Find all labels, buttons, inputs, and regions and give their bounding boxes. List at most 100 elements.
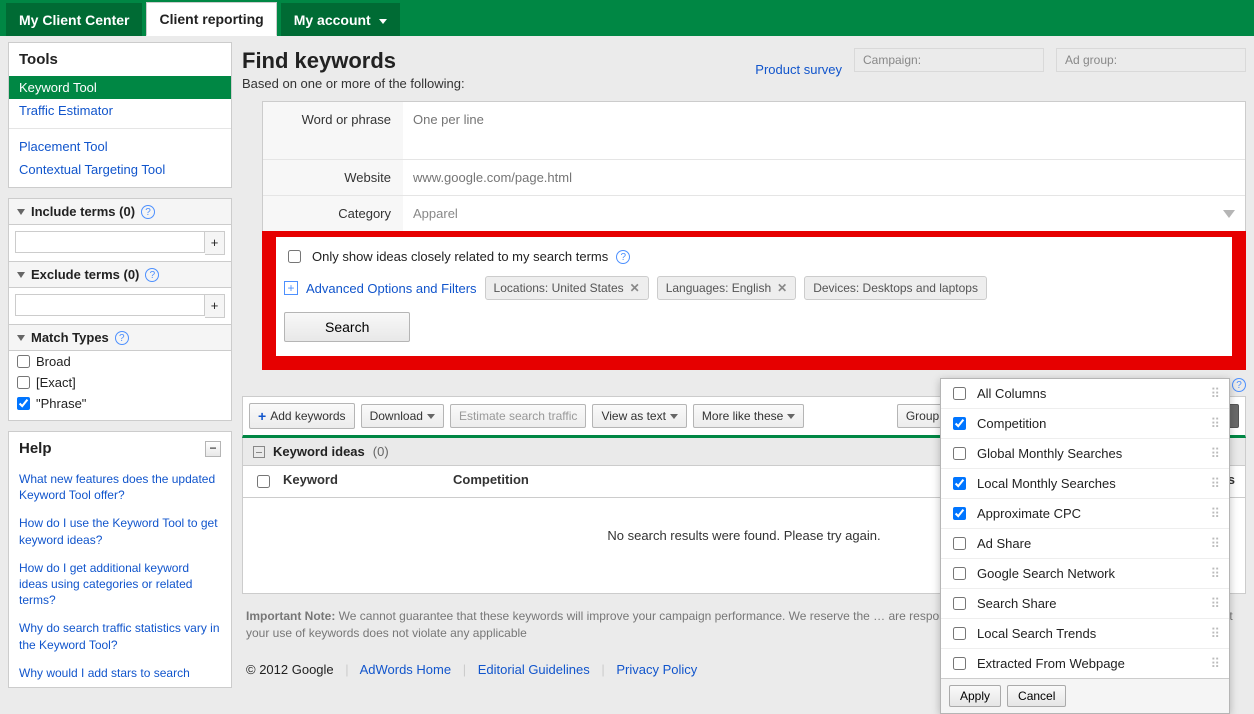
tab-my-account[interactable]: My account (281, 3, 400, 36)
view-as-text-button[interactable]: View as text (592, 404, 686, 428)
include-add-button[interactable]: + (205, 231, 225, 255)
word-input[interactable] (409, 108, 1239, 150)
column-option[interactable]: Competition⠿ (941, 409, 1229, 439)
tab-my-client-center[interactable]: My Client Center (6, 3, 142, 36)
match-phrase-checkbox[interactable] (17, 397, 30, 410)
download-button[interactable]: Download (361, 404, 444, 428)
include-terms-panel: Include terms (0) ? + (8, 198, 232, 262)
column-option[interactable]: Google Search Network⠿ (941, 559, 1229, 589)
column-checkbox[interactable] (953, 477, 966, 490)
tab-client-reporting[interactable]: Client reporting (146, 2, 276, 36)
column-option[interactable]: Extracted From Webpage⠿ (941, 649, 1229, 678)
column-option[interactable]: All Columns⠿ (941, 379, 1229, 409)
help-link[interactable]: How do I get additional keyword ideas us… (9, 554, 231, 615)
col-keyword[interactable]: Keyword (283, 472, 453, 491)
help-link[interactable]: Why would I add stars to search (9, 659, 231, 687)
website-input[interactable] (409, 166, 1239, 189)
expand-icon[interactable]: + (284, 281, 298, 295)
product-survey-link[interactable]: Product survey (755, 62, 842, 77)
campaign-field[interactable]: Campaign: (854, 48, 1044, 72)
column-option[interactable]: Search Share ⠿ (941, 589, 1229, 619)
advanced-options-link[interactable]: Advanced Options and Filters (306, 281, 477, 296)
collapse-icon[interactable]: − (205, 441, 221, 457)
column-option[interactable]: Ad Share⠿ (941, 529, 1229, 559)
column-checkbox[interactable] (953, 657, 966, 670)
help-link[interactable]: How do I use the Keyword Tool to get key… (9, 509, 231, 553)
drag-handle-icon[interactable]: ⠿ (1210, 416, 1221, 432)
search-button[interactable]: Search (284, 312, 410, 342)
drag-handle-icon[interactable]: ⠿ (1210, 446, 1221, 462)
only-show-checkbox[interactable] (288, 250, 301, 263)
page-title: Find keywords (242, 48, 465, 74)
chevron-down-icon (670, 414, 678, 419)
exclude-input[interactable] (15, 294, 205, 316)
chevron-down-icon (1223, 210, 1235, 218)
search-form: Word or phrase Website Category Apparel (262, 101, 1246, 232)
category-select[interactable]: Apparel (403, 196, 1245, 231)
drag-handle-icon[interactable]: ⠿ (1210, 626, 1221, 642)
top-nav: My Client Center Client reporting My acc… (0, 0, 1254, 36)
more-like-these-button[interactable]: More like these (693, 404, 804, 428)
column-label: Local Search Trends (977, 626, 1096, 641)
close-icon[interactable]: ✕ (630, 281, 640, 295)
devices-chip[interactable]: Devices: Desktops and laptops (804, 276, 987, 300)
adgroup-field[interactable]: Ad group: (1056, 48, 1246, 72)
column-label: Global Monthly Searches (977, 446, 1122, 461)
help-icon[interactable]: ? (115, 331, 129, 345)
column-option[interactable]: Global Monthly Searches ⠿ (941, 439, 1229, 469)
column-checkbox[interactable] (953, 597, 966, 610)
column-option[interactable]: Local Search Trends ⠿ (941, 619, 1229, 649)
location-chip[interactable]: Locations: United States✕ (485, 276, 649, 300)
help-link[interactable]: Why do search traffic statistics vary in… (9, 614, 231, 658)
footer-privacy-policy[interactable]: Privacy Policy (616, 662, 697, 677)
column-checkbox[interactable] (953, 387, 966, 400)
columns-cancel-button[interactable]: Cancel (1007, 685, 1066, 707)
help-icon[interactable]: ? (145, 268, 159, 282)
drag-handle-icon[interactable]: ⠿ (1210, 656, 1221, 672)
exclude-add-button[interactable]: + (205, 294, 225, 318)
column-option[interactable]: Approximate CPC⠿ (941, 499, 1229, 529)
chevron-down-icon[interactable] (17, 209, 25, 215)
drag-handle-icon[interactable]: ⠿ (1210, 386, 1221, 402)
match-broad-checkbox[interactable] (17, 355, 30, 368)
collapse-icon[interactable] (253, 446, 265, 458)
drag-handle-icon[interactable]: ⠿ (1210, 506, 1221, 522)
columns-apply-button[interactable]: Apply (949, 685, 1001, 707)
column-checkbox[interactable] (953, 627, 966, 640)
column-checkbox[interactable] (953, 567, 966, 580)
drag-handle-icon[interactable]: ⠿ (1210, 536, 1221, 552)
drag-handle-icon[interactable]: ⠿ (1210, 596, 1221, 612)
tool-contextual-targeting[interactable]: Contextual Targeting Tool (9, 158, 231, 181)
close-icon[interactable]: ✕ (777, 281, 787, 295)
column-checkbox[interactable] (953, 507, 966, 520)
chevron-down-icon[interactable] (17, 335, 25, 341)
column-checkbox[interactable] (953, 447, 966, 460)
help-icon[interactable]: ? (616, 250, 630, 264)
language-chip[interactable]: Languages: English✕ (657, 276, 797, 300)
tool-keyword[interactable]: Keyword Tool (9, 76, 231, 99)
tool-placement[interactable]: Placement Tool (9, 135, 231, 158)
column-option[interactable]: Local Monthly Searches⠿ (941, 469, 1229, 499)
drag-handle-icon[interactable]: ⠿ (1210, 476, 1221, 492)
website-label: Website (263, 160, 403, 195)
chevron-down-icon (427, 414, 435, 419)
footer-adwords-home[interactable]: AdWords Home (360, 662, 452, 677)
match-heading: Match Types (31, 330, 109, 345)
column-checkbox[interactable] (953, 537, 966, 550)
estimate-button[interactable]: Estimate search traffic (450, 404, 587, 428)
columns-dropdown: All Columns⠿Competition⠿Global Monthly S… (940, 378, 1230, 714)
help-panel: Help− What new features does the updated… (8, 431, 232, 688)
drag-handle-icon[interactable]: ⠿ (1210, 566, 1221, 582)
help-icon[interactable]: ? (141, 205, 155, 219)
footer-editorial-guidelines[interactable]: Editorial Guidelines (478, 662, 590, 677)
add-keywords-button[interactable]: +Add keywords (249, 403, 355, 429)
chevron-down-icon[interactable] (17, 272, 25, 278)
column-checkbox[interactable] (953, 417, 966, 430)
help-icon[interactable]: ? (1232, 378, 1246, 392)
column-label: Search Share (977, 596, 1057, 611)
tool-traffic-estimator[interactable]: Traffic Estimator (9, 99, 231, 122)
select-all-checkbox[interactable] (257, 475, 270, 488)
include-input[interactable] (15, 231, 205, 253)
match-exact-checkbox[interactable] (17, 376, 30, 389)
help-link[interactable]: What new features does the updated Keywo… (9, 465, 231, 509)
